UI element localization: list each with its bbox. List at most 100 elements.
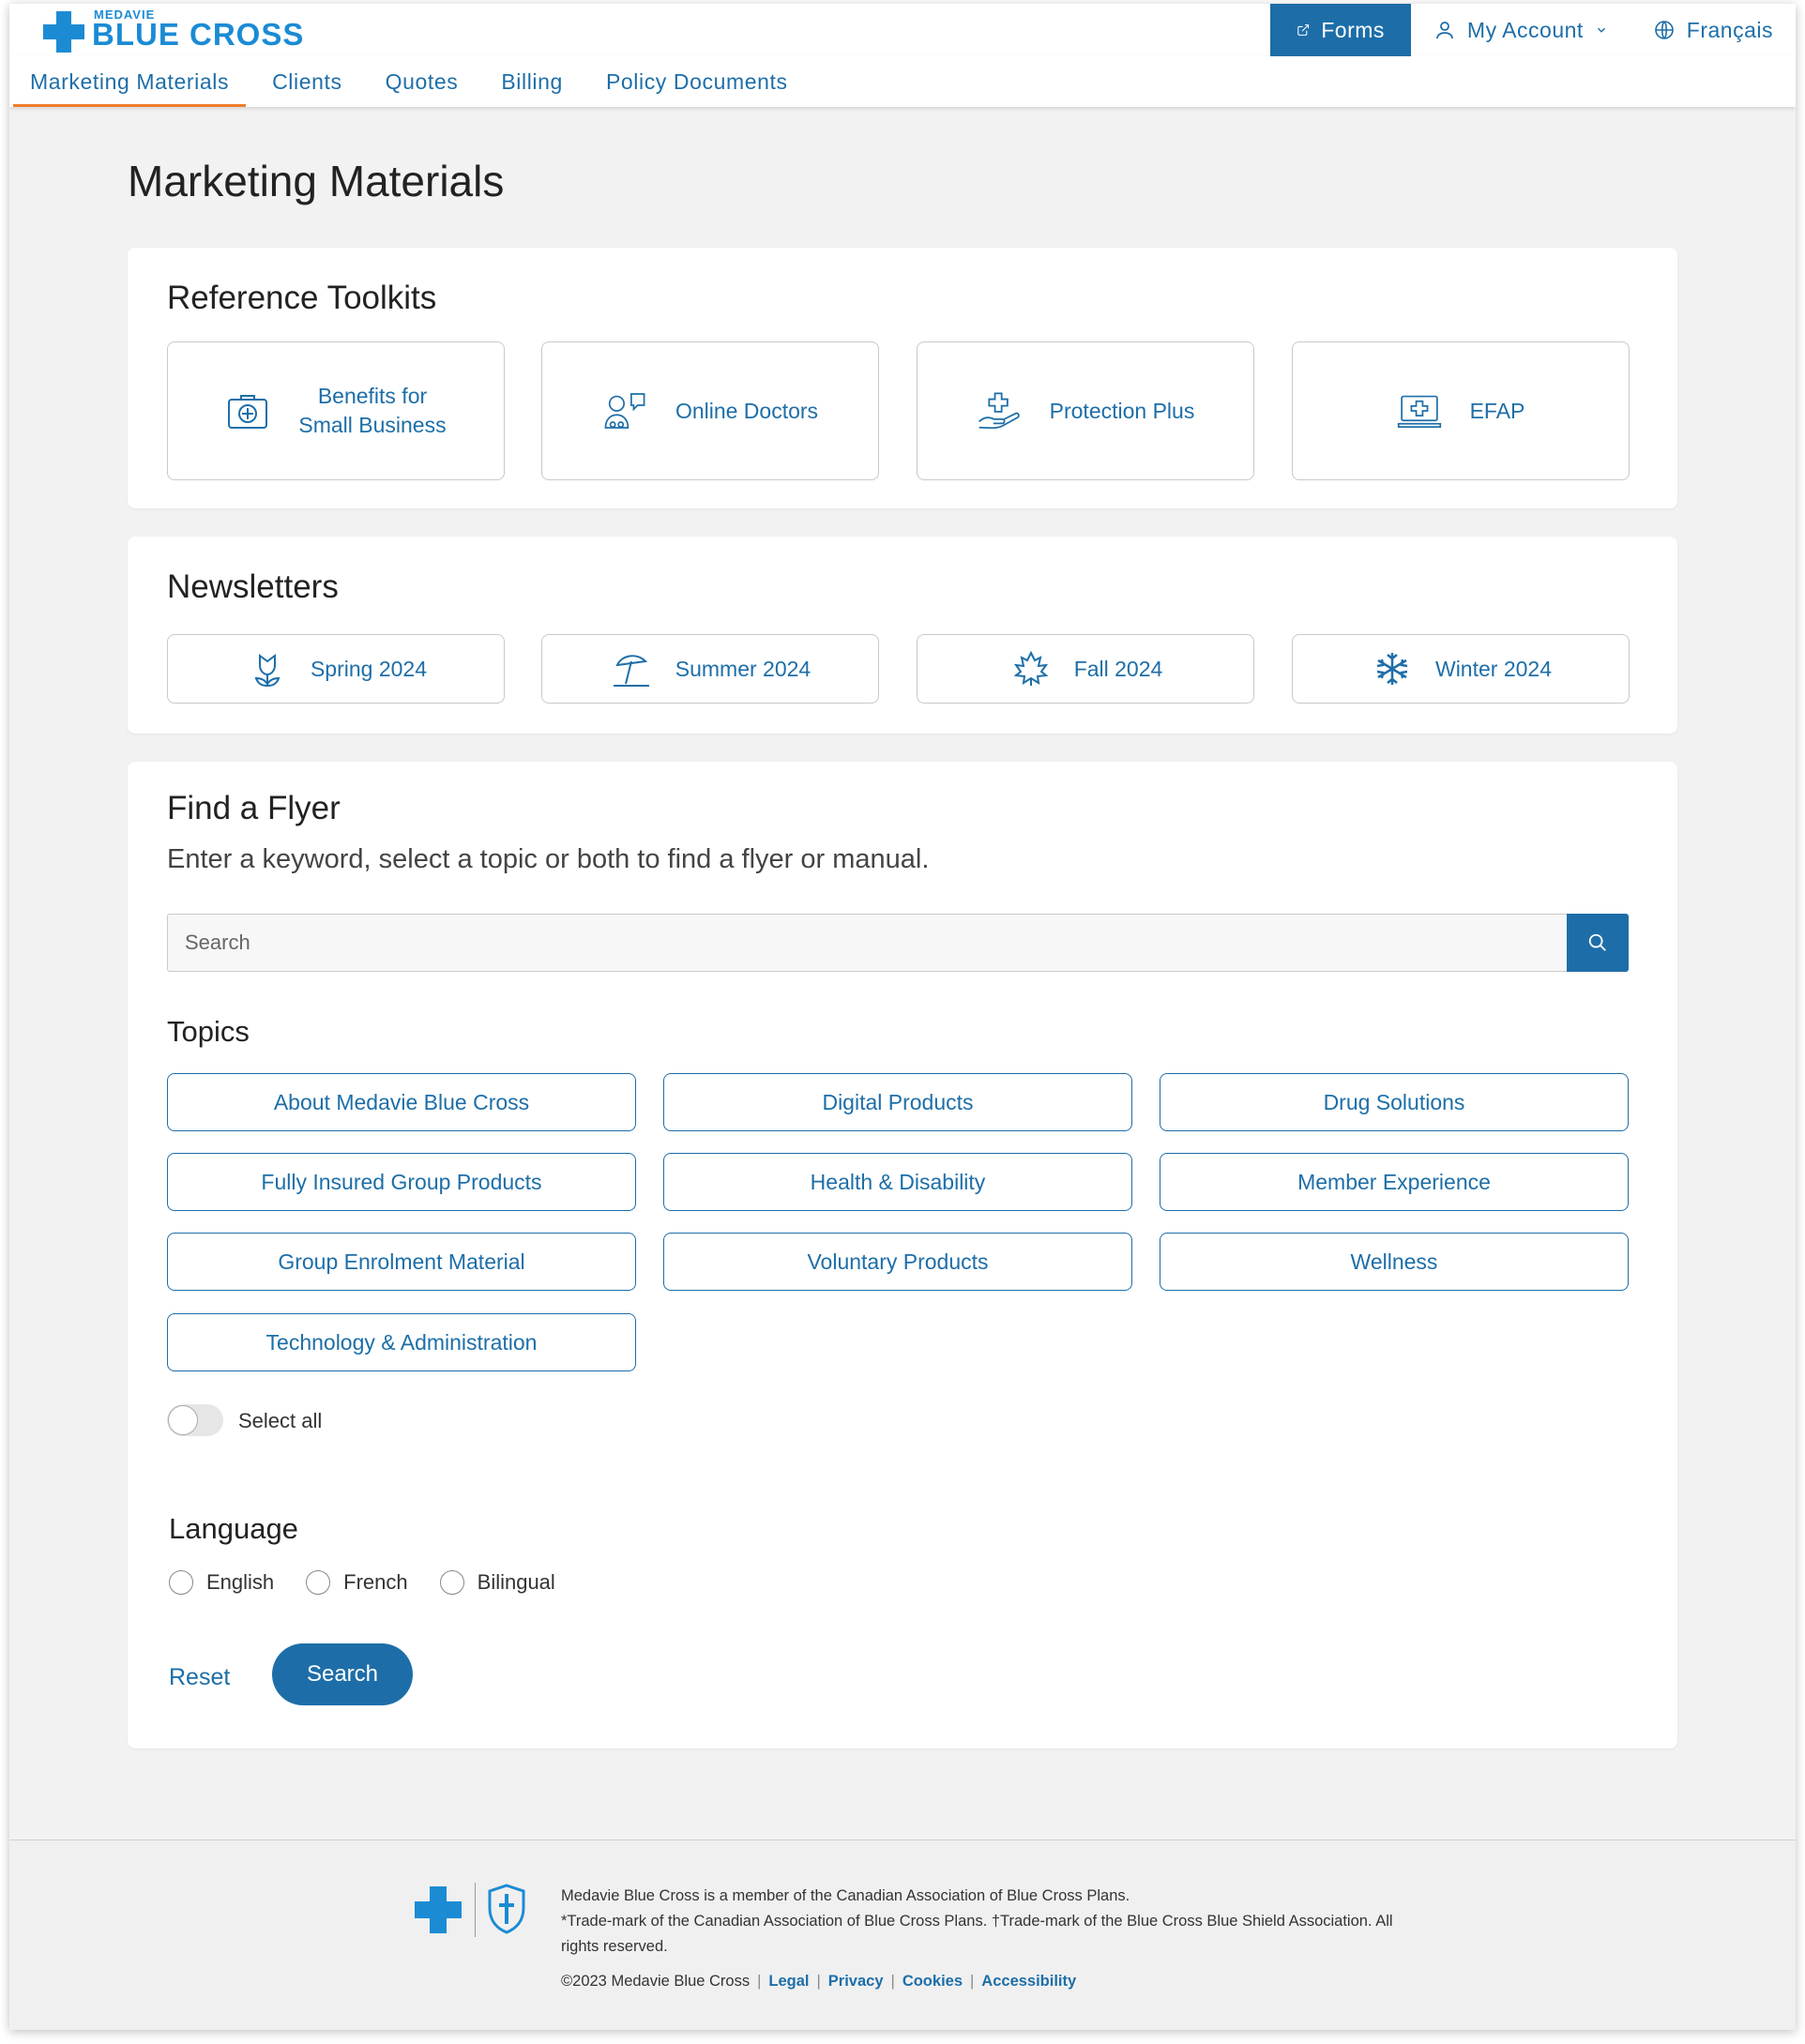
my-account-button[interactable]: My Account	[1411, 4, 1631, 56]
topic-fully-insured-group-products[interactable]: Fully Insured Group Products	[167, 1153, 636, 1211]
first-aid-kit-icon	[225, 388, 270, 433]
language-radio-bilingual[interactable]: Bilingual	[439, 1570, 555, 1595]
language-french-label: French	[343, 1570, 408, 1594]
newsletter-summer-2024[interactable]: Summer 2024	[541, 634, 879, 704]
blue-shield-icon	[488, 1884, 525, 1934]
find-a-flyer-card: Find a Flyer Enter a keyword, select a t…	[128, 762, 1677, 1749]
tulip-icon	[245, 646, 290, 691]
footer-trademark-text: *Trade-mark of the Canadian Association …	[561, 1913, 1393, 1955]
nav-quotes[interactable]: Quotes	[369, 56, 476, 107]
language-title: Language	[169, 1512, 298, 1545]
nav-clients[interactable]: Clients	[255, 56, 359, 107]
medavie-blue-cross-logo[interactable]: MEDAVIE BLUE CROSS	[32, 8, 332, 56]
select-all-label: Select all	[238, 1409, 323, 1432]
separator: |	[816, 1973, 821, 1990]
flyer-search-icon-button[interactable]	[1567, 914, 1629, 972]
radio-circle	[169, 1570, 193, 1595]
toolkit-protection-plus[interactable]: Protection Plus	[917, 341, 1254, 480]
language-bilingual-label: Bilingual	[477, 1570, 555, 1594]
search-icon	[1588, 933, 1606, 951]
top-actions: Forms My Account Français	[1269, 4, 1796, 56]
newsletter-summer-label: Summer 2024	[675, 656, 811, 681]
radio-circle	[306, 1570, 331, 1595]
find-a-flyer-title: Find a Flyer	[167, 790, 341, 826]
topic-group-enrolment-material[interactable]: Group Enrolment Material	[167, 1233, 636, 1291]
reset-link[interactable]: Reset	[169, 1664, 230, 1691]
footer-link-legal[interactable]: Legal	[768, 1973, 809, 1990]
footer-link-cookies[interactable]: Cookies	[902, 1973, 963, 1990]
nav-marketing-materials[interactable]: Marketing Materials	[13, 56, 247, 107]
topic-digital-products[interactable]: Digital Products	[663, 1073, 1132, 1131]
toolkit-benefits-label-line1: Benefits for	[317, 384, 428, 408]
page-title: Marketing Materials	[128, 157, 505, 205]
logo-divider	[475, 1883, 476, 1937]
logo-big-text: BLUE CROSS	[92, 17, 305, 52]
topic-voluntary-products[interactable]: Voluntary Products	[663, 1233, 1132, 1291]
search-button[interactable]: Search	[272, 1643, 413, 1705]
newsletter-fall-label: Fall 2024	[1073, 656, 1163, 681]
footer-links: ©2023 Medavie Blue Cross | Legal | Privacy | C…	[561, 1969, 1405, 1994]
language-label: Français	[1686, 17, 1773, 42]
newsletter-fall-2024[interactable]: Fall 2024	[917, 634, 1254, 704]
topic-about-medavie-blue-cross[interactable]: About Medavie Blue Cross	[167, 1073, 636, 1131]
language-radio-group: English French Bilingual	[169, 1570, 587, 1595]
radio-circle	[439, 1570, 464, 1595]
separator: |	[970, 1973, 975, 1990]
topic-technology-administration[interactable]: Technology & Administration	[167, 1313, 636, 1371]
footer-logos	[405, 1883, 537, 1939]
newsletter-spring-label: Spring 2024	[310, 656, 428, 681]
nav-billing[interactable]: Billing	[484, 56, 580, 107]
footer-text: Medavie Blue Cross is a member of the Ca…	[561, 1884, 1405, 1994]
external-link-icon	[1297, 24, 1309, 36]
flyer-search-box	[167, 914, 1629, 972]
toolkit-online-doctors[interactable]: Online Doctors	[541, 341, 879, 480]
topics-title: Topics	[167, 1015, 250, 1048]
language-radio-english[interactable]: English	[169, 1570, 274, 1595]
language-radio-french[interactable]: French	[306, 1570, 408, 1595]
footer-link-accessibility[interactable]: Accessibility	[981, 1973, 1076, 1990]
newsletter-spring-2024[interactable]: Spring 2024	[167, 634, 505, 704]
toolkit-benefits-label: Benefits for Small Business	[298, 382, 446, 440]
laptop-cross-icon	[1397, 388, 1442, 433]
footer-copyright: ©2023 Medavie Blue Cross	[561, 1973, 751, 1990]
user-icon	[1436, 22, 1453, 39]
blue-cross-icon	[415, 1886, 462, 1933]
toolkit-online-doctors-label: Online Doctors	[675, 398, 819, 423]
toolkit-benefits-label-line2: Small Business	[298, 413, 447, 437]
separator: |	[890, 1973, 895, 1990]
newsletter-winter-label: Winter 2024	[1434, 656, 1552, 681]
toolkit-efap[interactable]: EFAP	[1292, 341, 1630, 480]
topic-health-disability[interactable]: Health & Disability	[663, 1153, 1132, 1211]
newsletters-card: Newsletters Spring 2024 Summer 2024 Fall…	[128, 537, 1677, 734]
topic-member-experience[interactable]: Member Experience	[1160, 1153, 1629, 1211]
toolkit-efap-label: EFAP	[1469, 398, 1525, 423]
top-header: MEDAVIE BLUE CROSS Forms My Account Fran…	[9, 4, 1796, 56]
flyer-search-input[interactable]	[168, 915, 1567, 971]
select-all-toggle[interactable]	[167, 1404, 223, 1436]
reference-toolkits-card: Reference Toolkits Benefits for Small Bu…	[128, 248, 1677, 508]
hand-cross-icon	[977, 388, 1022, 433]
toolkit-benefits-small-business[interactable]: Benefits for Small Business	[167, 341, 505, 480]
snowflake-icon	[1370, 646, 1415, 691]
globe-icon	[1654, 21, 1674, 39]
beach-umbrella-icon	[610, 646, 655, 691]
forms-label: Forms	[1321, 17, 1385, 42]
maple-leaf-icon	[1009, 646, 1054, 691]
my-account-label: My Account	[1466, 17, 1584, 42]
separator: |	[757, 1973, 762, 1990]
newsletter-winter-2024[interactable]: Winter 2024	[1292, 634, 1630, 704]
language-switch[interactable]: Français	[1631, 4, 1796, 56]
topic-wellness[interactable]: Wellness	[1160, 1233, 1629, 1291]
footer: Medavie Blue Cross is a member of the Ca…	[9, 1840, 1796, 2030]
topic-drug-solutions[interactable]: Drug Solutions	[1160, 1073, 1629, 1131]
language-english-label: English	[206, 1570, 275, 1594]
toolkit-protection-plus-label: Protection Plus	[1049, 398, 1195, 423]
chevron-down-icon	[1597, 27, 1605, 33]
forms-button[interactable]: Forms	[1269, 4, 1411, 56]
newsletters-title: Newsletters	[167, 568, 339, 605]
footer-membership-text: Medavie Blue Cross is a member of the Ca…	[561, 1887, 1130, 1904]
find-a-flyer-subtitle: Enter a keyword, select a topic or both …	[167, 844, 930, 874]
doctor-chat-icon	[602, 388, 647, 433]
footer-link-privacy[interactable]: Privacy	[828, 1973, 884, 1990]
nav-policy-documents[interactable]: Policy Documents	[589, 56, 805, 107]
